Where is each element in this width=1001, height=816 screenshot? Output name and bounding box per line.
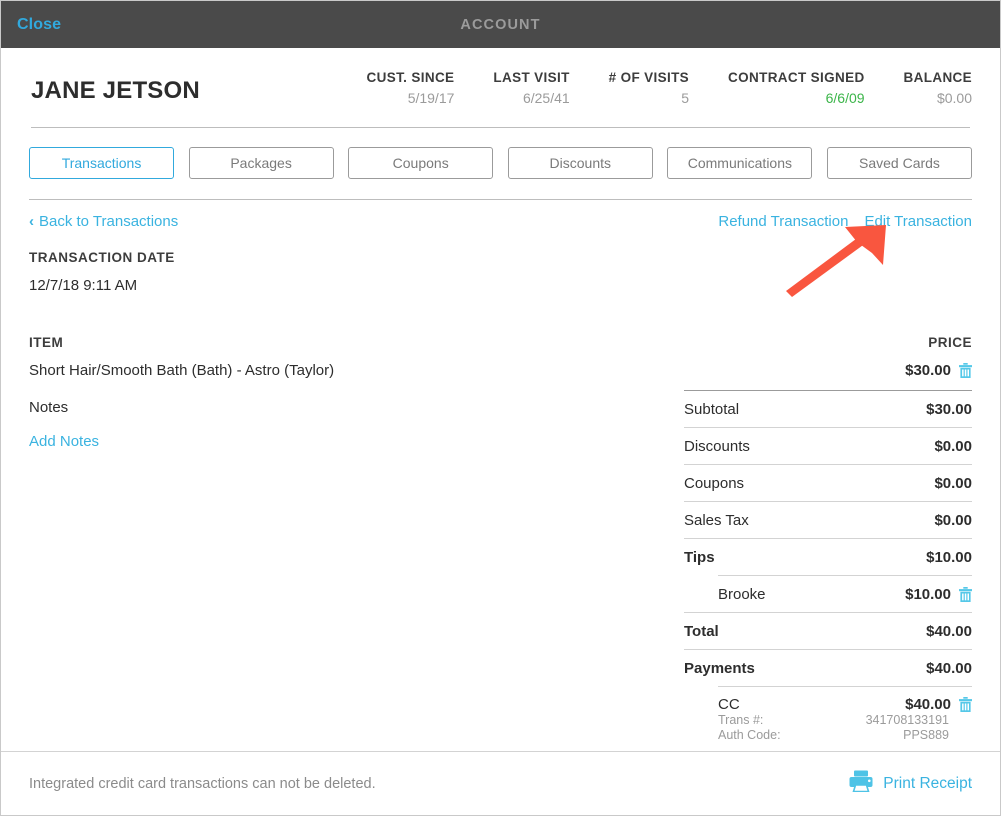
stat-value: 5/19/17: [407, 90, 455, 106]
close-button[interactable]: Close: [17, 16, 61, 34]
tip-amount-group: $10.00: [905, 586, 972, 603]
print-receipt-label: Print Receipt: [883, 774, 972, 792]
tab-communications[interactable]: Communications: [667, 147, 813, 179]
chevron-left-icon: ‹: [29, 213, 34, 230]
totals-row-sales-tax: Sales Tax $0.00: [684, 501, 972, 538]
totals-label: Subtotal: [684, 400, 740, 418]
transaction-date-section: TRANSACTION DATE 12/7/18 9:11 AM: [1, 250, 1000, 294]
transaction-actions: ‹ Back to Transactions Refund Transactio…: [1, 200, 1000, 230]
stat-label: CUST. SINCE: [366, 70, 455, 85]
add-notes-link[interactable]: Add Notes: [29, 433, 684, 450]
print-receipt-button[interactable]: Print Receipt: [849, 770, 972, 797]
account-transaction-page: Close ACCOUNT JANE JETSON CUST. SINCE 5/…: [0, 0, 1001, 816]
item-table-header: ITEM PRICE: [29, 335, 972, 350]
refund-transaction-link[interactable]: Refund Transaction: [718, 213, 848, 230]
item-column-header: ITEM: [29, 335, 64, 350]
edit-transaction-link[interactable]: Edit Transaction: [864, 213, 972, 230]
totals-label: Total: [684, 622, 719, 640]
tab-saved-cards[interactable]: Saved Cards: [826, 147, 972, 179]
notes-label: Notes: [29, 399, 69, 416]
customer-stats: CUST. SINCE 5/19/17 LAST VISIT 6/25/41 #…: [328, 70, 972, 106]
delete-tip-trash-icon[interactable]: [959, 586, 972, 602]
totals-value: $0.00: [934, 474, 972, 492]
stat-value: $0.00: [936, 90, 972, 106]
totals-label: Coupons: [684, 474, 745, 492]
stat-label: LAST VISIT: [493, 70, 570, 85]
customer-header: JANE JETSON CUST. SINCE 5/19/17 LAST VIS…: [1, 48, 1000, 106]
stat-number-of-visits: # OF VISITS 5: [609, 70, 689, 106]
modal-title: ACCOUNT: [460, 16, 541, 33]
modal-title-bar: Close ACCOUNT: [1, 1, 1000, 48]
totals-row-payments: Payments $40.00: [684, 649, 972, 686]
payment-amount: $40.00: [905, 696, 951, 713]
tab-coupons[interactable]: Coupons: [348, 147, 494, 179]
customer-name: JANE JETSON: [31, 77, 200, 104]
delete-item-trash-icon[interactable]: [959, 363, 972, 378]
stat-last-visit: LAST VISIT 6/25/41: [493, 70, 569, 106]
trans-number-label: Trans #:: [718, 713, 764, 727]
item-price-group: $30.00: [905, 362, 972, 379]
stat-value: 5: [681, 90, 690, 106]
item-section: ITEM PRICE Short Hair/Smooth Bath (Bath)…: [1, 335, 1000, 390]
stat-value: 6/25/41: [522, 90, 570, 106]
back-to-transactions-label: Back to Transactions: [39, 213, 179, 230]
stat-contract-signed: CONTRACT SIGNED 6/6/09: [728, 70, 865, 106]
payment-meta: Trans #: 341708133191: [718, 713, 972, 728]
auth-code-meta: Auth Code: PPS889: [718, 728, 972, 743]
printer-icon: [849, 770, 873, 797]
totals-value: $40.00: [926, 622, 972, 640]
stat-cust-since: CUST. SINCE 5/19/17: [367, 70, 455, 106]
stat-label: BALANCE: [903, 70, 972, 85]
totals-label: Tips: [684, 548, 715, 566]
totals-row-tips: Tips $10.00: [684, 538, 972, 575]
totals-row-coupons: Coupons $0.00: [684, 464, 972, 501]
tab-packages[interactable]: Packages: [188, 147, 334, 179]
payment-amount-group: $40.00: [905, 696, 972, 713]
item-price: $30.00: [905, 362, 951, 379]
auth-code-label: Auth Code:: [718, 728, 781, 742]
transaction-action-links: Refund Transaction Edit Transaction: [718, 213, 972, 230]
auth-code-value: PPS889: [903, 728, 949, 742]
tip-recipient-name: Brooke: [718, 585, 766, 603]
account-tabs: Transactions Packages Coupons Discounts …: [1, 128, 1000, 179]
totals-row-discounts: Discounts $0.00: [684, 427, 972, 464]
totals-value: $0.00: [934, 511, 972, 529]
tip-amount: $10.00: [905, 585, 951, 603]
totals-label: Sales Tax: [684, 511, 749, 529]
totals-label: Payments: [684, 659, 755, 677]
totals-row-subtotal: Subtotal $30.00: [684, 390, 972, 427]
payment-method-label: CC: [718, 696, 740, 713]
transaction-body: Notes Add Notes Subtotal $30.00 Discount…: [1, 390, 1000, 753]
stat-balance: BALANCE $0.00: [904, 70, 972, 106]
tip-entry-row: Brooke $10.00: [718, 575, 972, 612]
totals-value: $0.00: [934, 437, 972, 455]
price-column-header: PRICE: [928, 335, 972, 350]
payment-entry-row: CC $40.00 Trans #: 341708133191 Auth Cod…: [718, 686, 972, 753]
back-to-transactions-link[interactable]: ‹ Back to Transactions: [29, 213, 178, 230]
totals-column: Subtotal $30.00 Discounts $0.00 Coupons …: [684, 390, 972, 753]
tab-transactions[interactable]: Transactions: [29, 147, 174, 179]
totals-row-total: Total $40.00: [684, 612, 972, 649]
tab-discounts[interactable]: Discounts: [507, 147, 653, 179]
totals-label: Discounts: [684, 437, 750, 455]
item-name: Short Hair/Smooth Bath (Bath) - Astro (T…: [29, 362, 335, 379]
stat-value: 6/6/09: [825, 90, 865, 106]
transaction-date-value: 12/7/18 9:11 AM: [29, 277, 138, 294]
item-row: Short Hair/Smooth Bath (Bath) - Astro (T…: [29, 362, 972, 390]
payment-entry-line: CC $40.00: [718, 696, 972, 713]
stat-label: CONTRACT SIGNED: [728, 70, 865, 85]
totals-value: $30.00: [926, 400, 972, 418]
totals-value: $40.00: [926, 659, 972, 677]
stat-label: # OF VISITS: [608, 70, 690, 85]
delete-payment-trash-icon[interactable]: [959, 697, 972, 712]
notes-column: Notes Add Notes: [29, 390, 684, 450]
footer-note: Integrated credit card transactions can …: [29, 775, 376, 792]
page-footer: Integrated credit card transactions can …: [1, 751, 1000, 815]
transaction-date-label: TRANSACTION DATE: [29, 250, 175, 265]
trans-number-value: 341708133191: [865, 713, 949, 727]
totals-value: $10.00: [926, 548, 972, 566]
